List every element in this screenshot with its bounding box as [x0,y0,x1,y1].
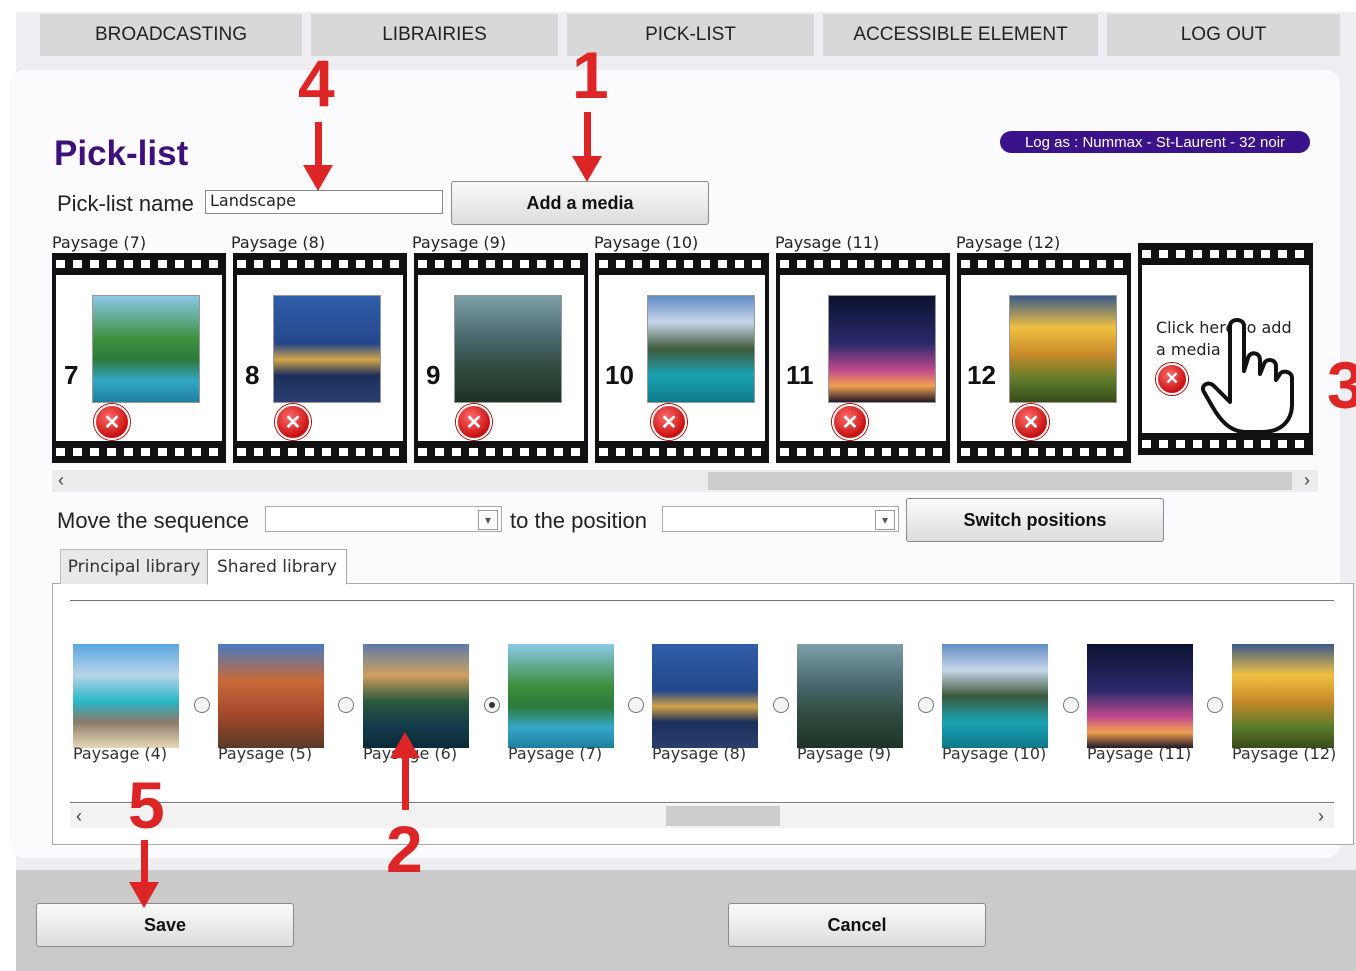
strip-caption: Paysage (10) [594,233,699,252]
library-radio[interactable] [918,697,934,713]
delete-icon[interactable]: ✕ [275,404,311,440]
library-caption: Paysage (11) [1087,744,1192,763]
media-thumbnail [454,295,562,403]
annotation-step-5: 5 [128,768,165,842]
library-thumbnail[interactable] [508,644,614,748]
library-caption: Paysage (7) [508,744,603,763]
library-radio[interactable] [338,697,354,713]
strip-scrollbar[interactable]: ‹ › [52,470,1318,492]
nav-broadcasting[interactable]: BROADCASTING [40,14,302,56]
annotation-arrow [584,112,591,158]
library-caption: Paysage (12) [1232,744,1337,763]
annotation-arrow [303,165,333,191]
media-thumbnail [1009,295,1117,403]
film-frame[interactable]: 9 ✕ [414,253,588,463]
library-caption: Paysage (8) [652,744,747,763]
nav-libraries[interactable]: LIBRAIRIES [311,14,558,56]
tab-principal-library[interactable]: Principal library [60,549,208,584]
scroll-left-icon[interactable]: ‹ [58,470,64,491]
film-frame[interactable]: 10 ✕ [595,253,769,463]
library-caption: Paysage (9) [797,744,892,763]
chevron-down-icon[interactable]: ▾ [875,510,895,530]
strip-caption: Paysage (9) [412,233,507,252]
annotation-arrow [572,156,602,182]
annotation-step-2: 2 [386,812,423,886]
strip-caption: Paysage (8) [231,233,326,252]
library-caption: Paysage (5) [218,744,313,763]
add-media-button[interactable]: Add a media [451,181,709,225]
cancel-button[interactable]: Cancel [728,903,986,947]
scroll-right-icon[interactable]: › [1304,470,1310,491]
divider [70,802,1334,803]
library-thumbnail[interactable] [218,644,324,748]
tab-shared-library[interactable]: Shared library [207,549,347,585]
scroll-right-icon[interactable]: › [1318,806,1324,827]
delete-icon[interactable]: ✕ [1013,404,1049,440]
picklist-name-input[interactable]: Landscape [205,190,443,214]
annotation-arrow [315,122,322,166]
picklist-name-label: Pick-list name [57,191,194,216]
film-frame[interactable]: 8 ✕ [233,253,407,463]
strip-caption: Paysage (12) [956,233,1061,252]
frame-number: 11 [786,360,814,390]
scroll-left-icon[interactable]: ‹ [76,806,82,827]
library-radio[interactable] [773,697,789,713]
library-radio[interactable] [1207,697,1223,713]
nav-accessible-element[interactable]: ACCESSIBLE ELEMENT [823,14,1098,56]
library-radio[interactable] [628,697,644,713]
divider [70,600,1334,601]
library-thumbnail[interactable] [652,644,758,748]
login-badge: Log as : Nummax - St-Laurent - 32 noir [1000,131,1310,153]
library-thumbnail[interactable] [1087,644,1193,748]
library-scrollbar[interactable]: ‹ › [70,804,1334,828]
library-thumbnail[interactable] [942,644,1048,748]
annotation-arrow [402,756,409,810]
scroll-thumb[interactable] [708,472,1292,490]
annotation-step-1: 1 [572,38,609,112]
library-caption: Paysage (10) [942,744,1047,763]
annotation-step-4: 4 [298,46,335,120]
frame-number: 10 [605,360,634,390]
media-thumbnail [273,295,381,403]
annotation-step-3: 3 [1327,348,1356,422]
hand-cursor-icon [1201,318,1294,434]
delete-icon[interactable]: ✕ [832,404,868,440]
annotation-arrow [390,732,420,758]
library-thumbnail[interactable] [797,644,903,748]
save-button[interactable]: Save [36,903,294,947]
chevron-down-icon[interactable]: ▾ [478,510,498,530]
media-thumbnail [647,295,755,403]
film-frame[interactable]: 7 ✕ [52,253,226,463]
library-radio[interactable] [194,697,210,713]
scroll-thumb[interactable] [666,806,780,826]
film-frame[interactable]: 11 ✕ [776,253,950,463]
library-radio[interactable] [1063,697,1079,713]
sequence-select[interactable]: ▾ [265,506,502,532]
library-radio[interactable] [484,697,500,713]
delete-icon[interactable]: ✕ [1156,363,1188,395]
delete-icon[interactable]: ✕ [94,404,130,440]
library-thumbnail[interactable] [1232,644,1334,748]
frame-number: 8 [245,360,260,390]
delete-icon[interactable]: ✕ [651,404,687,440]
frame-number: 9 [426,360,441,390]
delete-icon[interactable]: ✕ [456,404,492,440]
strip-caption: Paysage (7) [52,233,147,252]
position-select[interactable]: ▾ [662,506,899,532]
position-label: to the position [510,508,647,533]
frame-number: 12 [967,360,996,390]
media-thumbnail [92,295,200,403]
library-thumbnail[interactable] [73,644,179,748]
annotation-arrow [129,882,159,908]
film-frame[interactable]: 12 ✕ [957,253,1131,463]
annotation-arrow [141,840,148,884]
media-thumbnail [828,295,936,403]
strip-caption: Paysage (11) [775,233,880,252]
switch-positions-button[interactable]: Switch positions [906,498,1164,542]
frame-number: 7 [64,360,79,390]
page-title: Pick-list [54,134,189,173]
nav-log-out[interactable]: LOG OUT [1107,14,1340,56]
move-sequence-label: Move the sequence [57,508,250,533]
library-caption: Paysage (4) [73,744,168,763]
